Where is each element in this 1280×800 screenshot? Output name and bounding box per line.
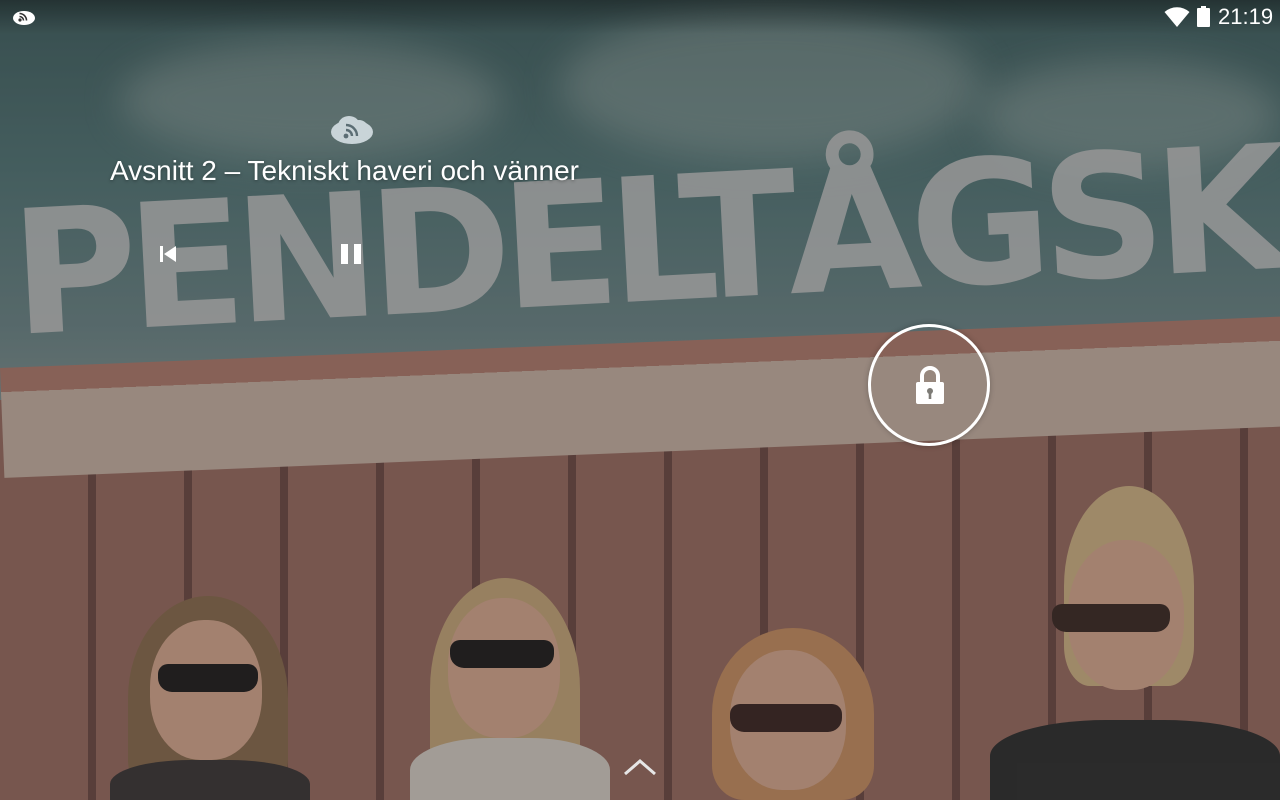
background-photo: PENDELTÅGSKLUBBEN [0, 0, 1280, 800]
lock-icon [916, 366, 944, 404]
screen-scrim [0, 0, 1280, 800]
podcast-cloud-icon [331, 116, 373, 144]
unlock-handle[interactable] [868, 324, 990, 446]
status-clock: 21:19 [1218, 4, 1274, 29]
status-bar: 21:19 [0, 0, 1280, 34]
previous-icon [160, 246, 176, 262]
podcast-app-notification-icon [13, 11, 35, 25]
track-title: Avsnitt 2 – Tekniskt haveri och vänner [110, 155, 579, 186]
pause-button[interactable] [333, 236, 369, 272]
previous-button[interactable] [150, 236, 186, 272]
battery-icon [1197, 6, 1210, 27]
wifi-icon [1164, 7, 1190, 27]
lock-screen: PENDELTÅGSKLUBBEN 21:19 Avsnitt 2 – Tekn… [0, 0, 1280, 800]
chevron-up-icon[interactable] [622, 756, 658, 778]
pause-icon [341, 244, 361, 264]
